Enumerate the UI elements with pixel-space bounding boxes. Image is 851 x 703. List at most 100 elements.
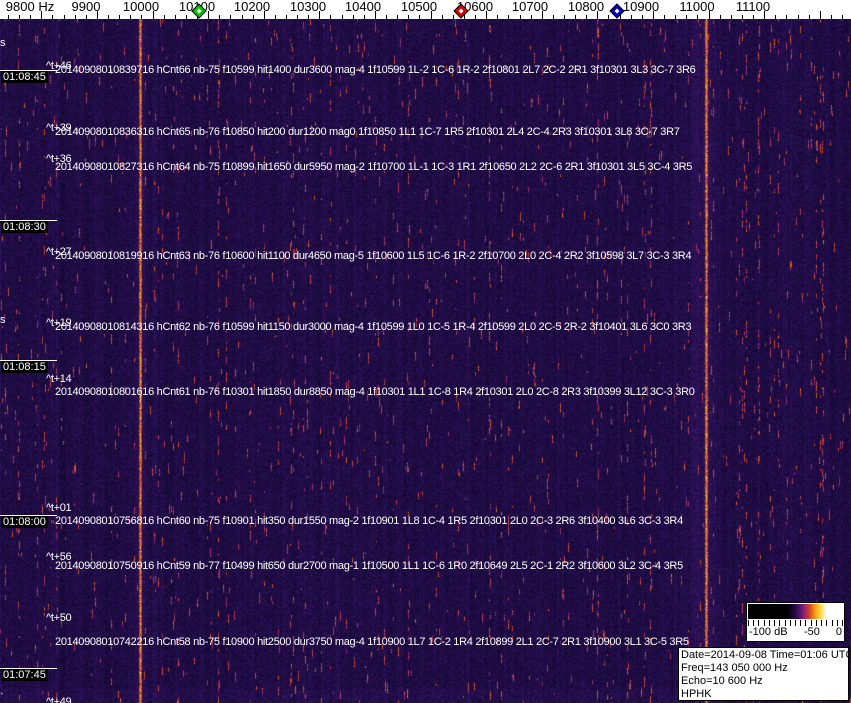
freq-minor-tick [575,15,576,19]
freq-minor-tick [19,15,20,19]
freq-minor-tick [809,15,810,19]
freq-major-tick [542,11,543,19]
freq-major-tick [486,11,487,19]
freq-major-tick [820,11,821,19]
legend-label-min: -100 dB [749,626,788,638]
freq-minor-tick [753,15,754,19]
freq-minor-tick [308,15,309,19]
legend-labels: -100 dB -50 0 [748,626,843,640]
freq-minor-tick [664,15,665,19]
freq-minor-tick [586,15,587,19]
legend-label-mid: -50 [804,626,820,638]
event-detection-record: 20140908010827316 hCnt64 nb-75 f10899 hi… [55,161,693,173]
freq-minor-tick [119,15,120,19]
freq-minor-tick [642,15,643,19]
freq-major-tick [375,11,376,19]
freq-minor-tick [508,15,509,19]
info-box-line: Freq=143 050 000 Hz [681,662,788,674]
freq-minor-tick [842,15,843,19]
freq-major-tick [41,11,42,19]
info-box-line: Echo=10 600 Hz [681,675,763,687]
freq-major-tick [653,11,654,19]
freq-minor-tick [731,15,732,19]
freq-minor-tick [342,15,343,19]
freq-minor-tick [631,15,632,19]
freq-minor-tick [141,15,142,19]
freq-minor-tick [286,15,287,19]
red-diamond-marker-icon [453,3,469,19]
freq-minor-tick [108,15,109,19]
event-time-label: ^t+14 [46,373,72,385]
time-axis-label: 01:08:45 [1,71,48,83]
freq-major-tick [709,11,710,19]
freq-minor-tick [242,15,243,19]
db-color-scale: -100 dB -50 0 [746,602,845,642]
event-detection-record: 20140908010836316 hCnt65 nb-76 f10850 hi… [55,126,680,138]
freq-major-tick [431,11,432,19]
freq-major-tick [97,11,98,19]
time-axis-label: 01:08:30 [1,221,48,233]
event-detection-record: 20140908010742216 hCnt58 nb-75 f10900 hi… [55,636,689,648]
blue-diamond-marker[interactable] [609,3,625,24]
freq-minor-tick [675,15,676,19]
freq-minor-tick [130,15,131,19]
freq-major-tick [764,11,765,19]
spectrogram-window: 9800 Hz990010000101001020010300104001050… [0,0,851,703]
freq-minor-tick [531,15,532,19]
freq-minor-tick [230,15,231,19]
freq-minor-tick [175,15,176,19]
time-axis-label: 01:07:45 [1,669,48,681]
freq-minor-tick [397,15,398,19]
freq-minor-tick [297,15,298,19]
event-detection-record: 20140908010750916 hCnt59 nb-77 f10499 hi… [55,560,683,572]
legend-label-max: 0 [835,626,842,638]
freq-minor-tick [30,15,31,19]
freq-minor-tick [164,15,165,19]
freq-minor-tick [364,15,365,19]
freq-minor-tick [330,15,331,19]
freq-minor-tick [86,15,87,19]
info-box-line: Date=2014-09-08 Time=01:06 UTC [681,649,851,661]
freq-minor-tick [386,15,387,19]
freq-major-tick [208,11,209,19]
freq-minor-tick [64,15,65,19]
frequency-axis: 9800 Hz990010000101001020010300104001050… [0,0,851,19]
freq-axis-label: 10800 [567,0,605,14]
blue-diamond-marker-icon [609,3,625,19]
event-time-label: ^t+49 [46,696,72,703]
event-detection-record: 20140908010814316 hCnt62 nb-76 f10599 hi… [55,321,692,333]
freq-minor-tick [408,15,409,19]
freq-minor-tick [52,15,53,19]
time-axis-label: 01:08:15 [1,361,48,373]
freq-minor-tick [8,15,9,19]
info-box-line: HPHK [681,688,712,700]
freq-minor-tick [186,15,187,19]
freq-minor-tick [520,15,521,19]
left-edge-mark: ` [0,692,4,703]
time-axis-label: 01:08:00 [1,516,48,528]
green-diamond-marker[interactable] [191,3,207,24]
left-edge-mark: s [0,37,6,49]
freq-minor-tick [442,15,443,19]
waterfall-spectrogram [0,0,851,703]
freq-minor-tick [75,15,76,19]
event-detection-record: 20140908010839716 hCnt66 nb-75 f10599 hi… [55,64,696,76]
green-diamond-marker-icon [191,3,207,19]
freq-minor-tick [253,15,254,19]
freq-minor-tick [564,15,565,19]
freq-minor-tick [275,15,276,19]
freq-minor-tick [697,15,698,19]
freq-minor-tick [353,15,354,19]
freq-minor-tick [720,15,721,19]
freq-minor-tick [686,15,687,19]
status-info-box: Date=2014-09-08 Time=01:06 UTC Freq=143 0… [678,647,851,701]
freq-major-tick [153,11,154,19]
freq-minor-tick [419,15,420,19]
red-diamond-marker[interactable] [453,3,469,24]
event-detection-record: 20140908010756816 hCnt60 nb-75 f10901 hi… [55,515,683,527]
left-edge-mark: s [0,314,6,326]
event-detection-record: 20140908010819916 hCnt63 nb-76 f10600 hi… [55,250,692,262]
freq-minor-tick [775,15,776,19]
event-time-label: ^t+50 [46,612,72,624]
freq-minor-tick [831,15,832,19]
